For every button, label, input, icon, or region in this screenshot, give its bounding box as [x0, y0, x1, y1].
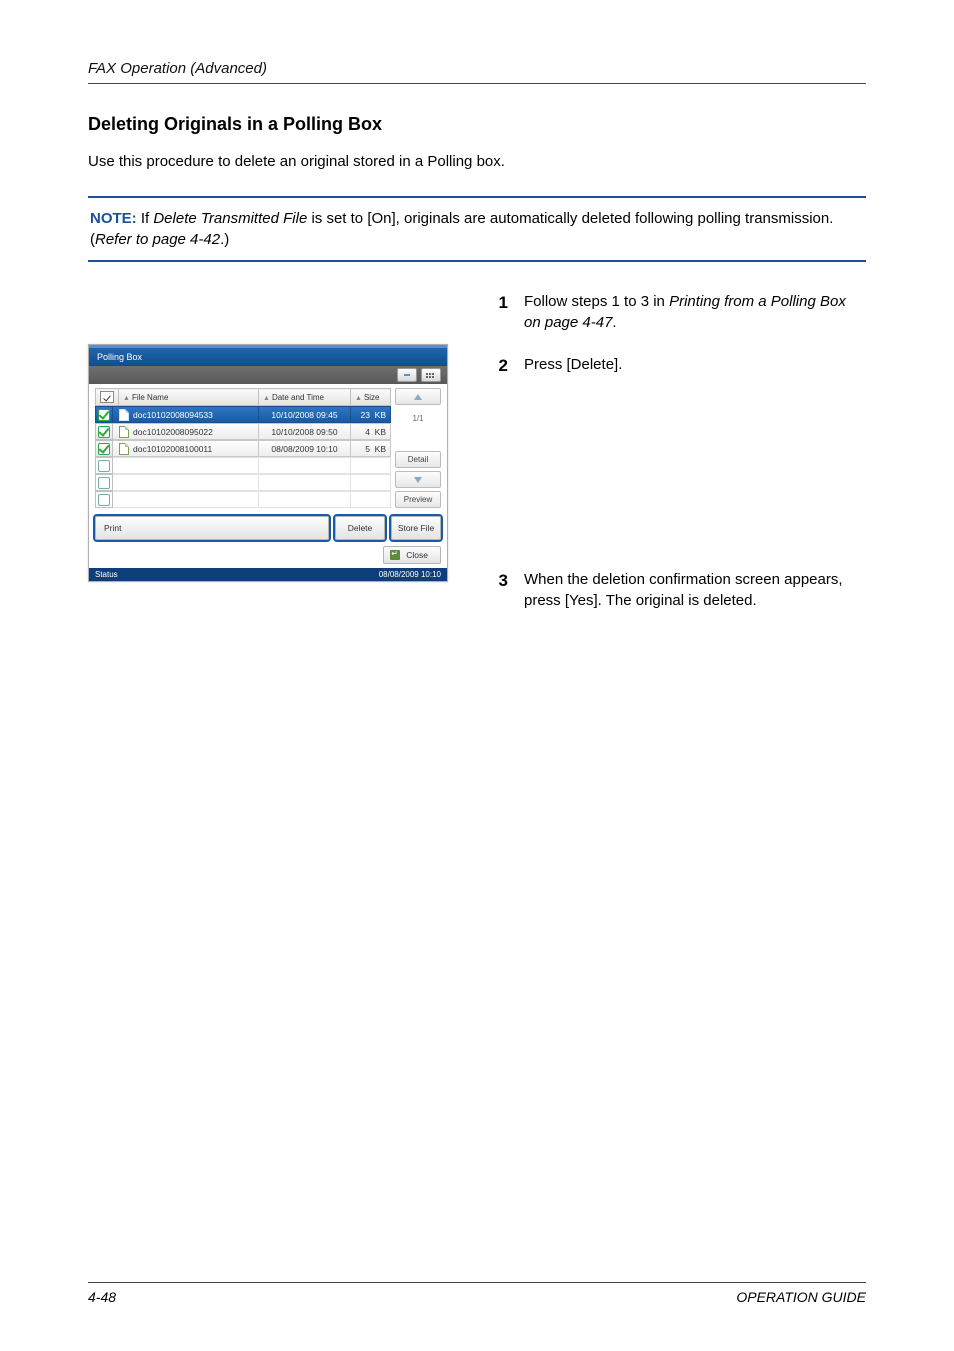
scroll-up-button[interactable]	[395, 388, 441, 405]
close-label: Close	[406, 550, 428, 560]
row-checkbox[interactable]	[95, 423, 113, 440]
note-italic-1: Delete Transmitted File	[153, 210, 307, 227]
table-row	[95, 474, 391, 491]
file-date: 08/08/2009 10:10	[259, 440, 351, 457]
file-date: 10/10/2008 09:50	[259, 423, 351, 440]
step-text-post: .	[612, 314, 616, 331]
row-checkbox[interactable]	[95, 406, 113, 423]
row-checkbox[interactable]	[95, 440, 113, 457]
header-filename-label: File Name	[132, 393, 168, 402]
panel-toolbar	[89, 366, 447, 384]
page-number: 4-48	[88, 1289, 116, 1305]
grid-icon	[426, 373, 436, 378]
step-1: 1 Follow steps 1 to 3 in Printing from a…	[492, 288, 866, 351]
header-size-label: Size	[364, 393, 380, 402]
header-size[interactable]: ▲Size	[351, 389, 391, 406]
file-size: 23 KB	[351, 406, 391, 423]
footer-right: OPERATION GUIDE	[736, 1289, 866, 1305]
view-list-button[interactable]	[397, 368, 417, 382]
step-number: 1	[492, 291, 508, 333]
sort-icon: ▲	[355, 395, 362, 402]
running-header: FAX Operation (Advanced)	[88, 60, 866, 84]
checkmark-icon	[98, 477, 110, 489]
polling-box-panel: Polling Box	[88, 344, 448, 582]
header-date[interactable]: ▲Date and Time	[259, 389, 351, 406]
header-select-all[interactable]	[96, 389, 119, 406]
checkmark-icon	[98, 426, 110, 438]
header-filename[interactable]: ▲File Name	[119, 389, 259, 406]
file-size: 5 KB	[351, 440, 391, 457]
status-left: Status	[95, 570, 118, 579]
note-label: NOTE:	[90, 210, 137, 227]
select-all-icon	[100, 391, 114, 403]
page-indicator: 1/1	[395, 408, 441, 429]
file-date: 10/10/2008 09:45	[259, 406, 351, 423]
sort-icon: ▲	[263, 395, 270, 402]
header-date-label: Date and Time	[272, 393, 324, 402]
note-text-1: If	[137, 210, 154, 227]
file-name: doc10102008094533	[133, 410, 213, 420]
view-thumb-button[interactable]	[421, 368, 441, 382]
section-title: Deleting Originals in a Polling Box	[88, 114, 866, 135]
document-icon	[119, 409, 129, 421]
step-text: When the deletion confirmation screen ap…	[524, 571, 843, 609]
close-button[interactable]: Close	[383, 546, 441, 564]
file-table: ▲File Name ▲Date and Time ▲Size	[95, 388, 391, 406]
note-text-3: .)	[220, 231, 229, 248]
note-italic-2: Refer to page 4-42	[95, 231, 220, 248]
return-icon	[390, 550, 400, 560]
file-name: doc10102008095022	[133, 427, 213, 437]
table-row[interactable]: doc10102008094533 10/10/2008 09:45 23 KB	[95, 406, 391, 423]
table-row	[95, 457, 391, 474]
file-name: doc10102008100011	[133, 444, 212, 454]
step-text: Press [Delete].	[524, 356, 622, 373]
sort-icon: ▲	[123, 395, 130, 402]
delete-button[interactable]: Delete	[335, 516, 385, 540]
step-2: 2 Press [Delete].	[492, 351, 866, 396]
document-icon	[119, 443, 129, 455]
file-size: 4 KB	[351, 423, 391, 440]
checkmark-icon	[98, 460, 110, 472]
detail-button[interactable]: Detail	[395, 451, 441, 468]
table-row[interactable]: doc10102008100011 08/08/2009 10:10 5 KB	[95, 440, 391, 457]
intro-paragraph: Use this procedure to delete an original…	[88, 151, 866, 172]
scroll-down-button[interactable]	[395, 471, 441, 488]
note-box: NOTE: If Delete Transmitted File is set …	[88, 196, 866, 262]
step-text: Follow steps 1 to 3 in	[524, 293, 669, 310]
document-icon	[119, 426, 129, 438]
status-bar: Status 08/08/2009 10:10	[89, 568, 447, 581]
list-icon	[404, 374, 410, 376]
table-row	[95, 491, 391, 508]
status-right: 08/08/2009 10:10	[379, 570, 441, 579]
step-number: 3	[492, 569, 508, 611]
step-number: 2	[492, 354, 508, 378]
panel-title: Polling Box	[89, 345, 447, 366]
page-footer: 4-48 OPERATION GUIDE	[88, 1282, 866, 1305]
table-row[interactable]: doc10102008095022 10/10/2008 09:50 4 KB	[95, 423, 391, 440]
checkmark-icon	[98, 409, 110, 421]
checkmark-icon	[98, 494, 110, 506]
step-3: 3 When the deletion confirmation screen …	[492, 566, 866, 629]
checkmark-icon	[98, 443, 110, 455]
preview-button[interactable]: Preview	[395, 491, 441, 508]
store-file-button[interactable]: Store File	[391, 516, 441, 540]
print-button[interactable]: Print	[95, 516, 329, 540]
